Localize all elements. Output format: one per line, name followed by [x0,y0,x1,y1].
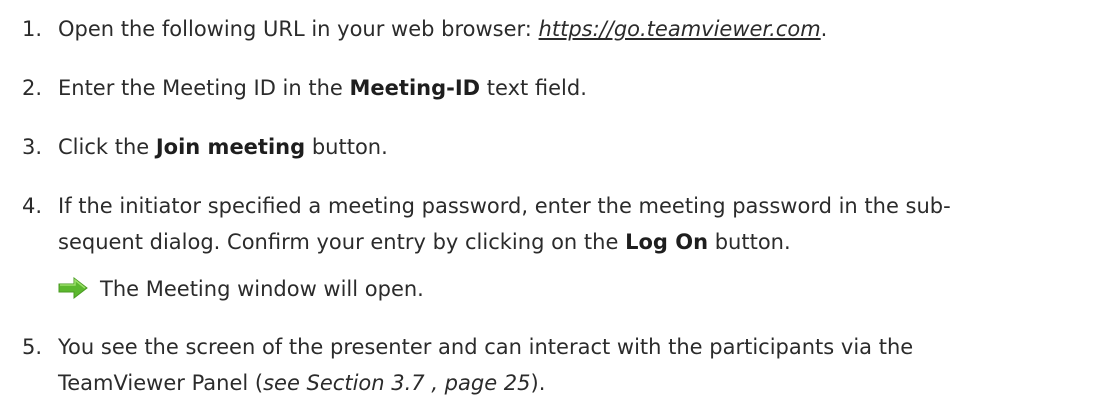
step-text: Click the Join meeting button. [58,135,388,159]
step-number: 5. [22,335,43,359]
step-text-line-2: sequent dialog. Confirm your entry by cl… [58,230,791,254]
step-text-part: Click the [58,135,156,159]
meeting-id-field-name: Meeting-ID [349,76,481,100]
step-number: 2. [22,76,43,100]
step-text: Enter the Meeting ID in the Meeting-ID t… [58,76,587,100]
step-text-part: TeamViewer Panel ( [58,371,264,395]
step-text-part: Enter the Meeting ID in the [58,76,350,100]
step-text-part: button. [305,135,388,159]
step-text-part: text field. [480,76,587,100]
step-text: Open the following URL in your web brows… [58,17,827,41]
green-right-arrow-icon [58,277,88,299]
log-on-button-name: Log On [625,230,709,254]
step-text-part: Open the following URL in your web brows… [58,17,539,41]
step-text-part: . [820,17,828,41]
step-text-part: sequent dialog. Confirm your entry by cl… [58,230,626,254]
step-text-line-1: If the initiator specified a meeting pas… [58,194,951,218]
step-text-line-2: TeamViewer Panel (see Section 3.7 , page… [58,371,545,395]
teamviewer-url-link[interactable]: https://go.teamviewer.com [539,17,821,41]
result-text: The Meeting window will open. [100,277,424,301]
step-text-part: button. [708,230,791,254]
step-number: 1. [22,17,43,41]
step-text-part: ). [530,371,546,395]
section-cross-reference[interactable]: see Section 3.7 , page 25 [263,371,530,395]
instruction-list: 1. Open the following URL in your web br… [0,0,1102,408]
step-number: 3. [22,135,43,159]
step-text-line-1: You see the screen of the presenter and … [58,335,914,359]
join-meeting-button-name: Join meeting [155,135,306,159]
step-number: 4. [22,194,43,218]
